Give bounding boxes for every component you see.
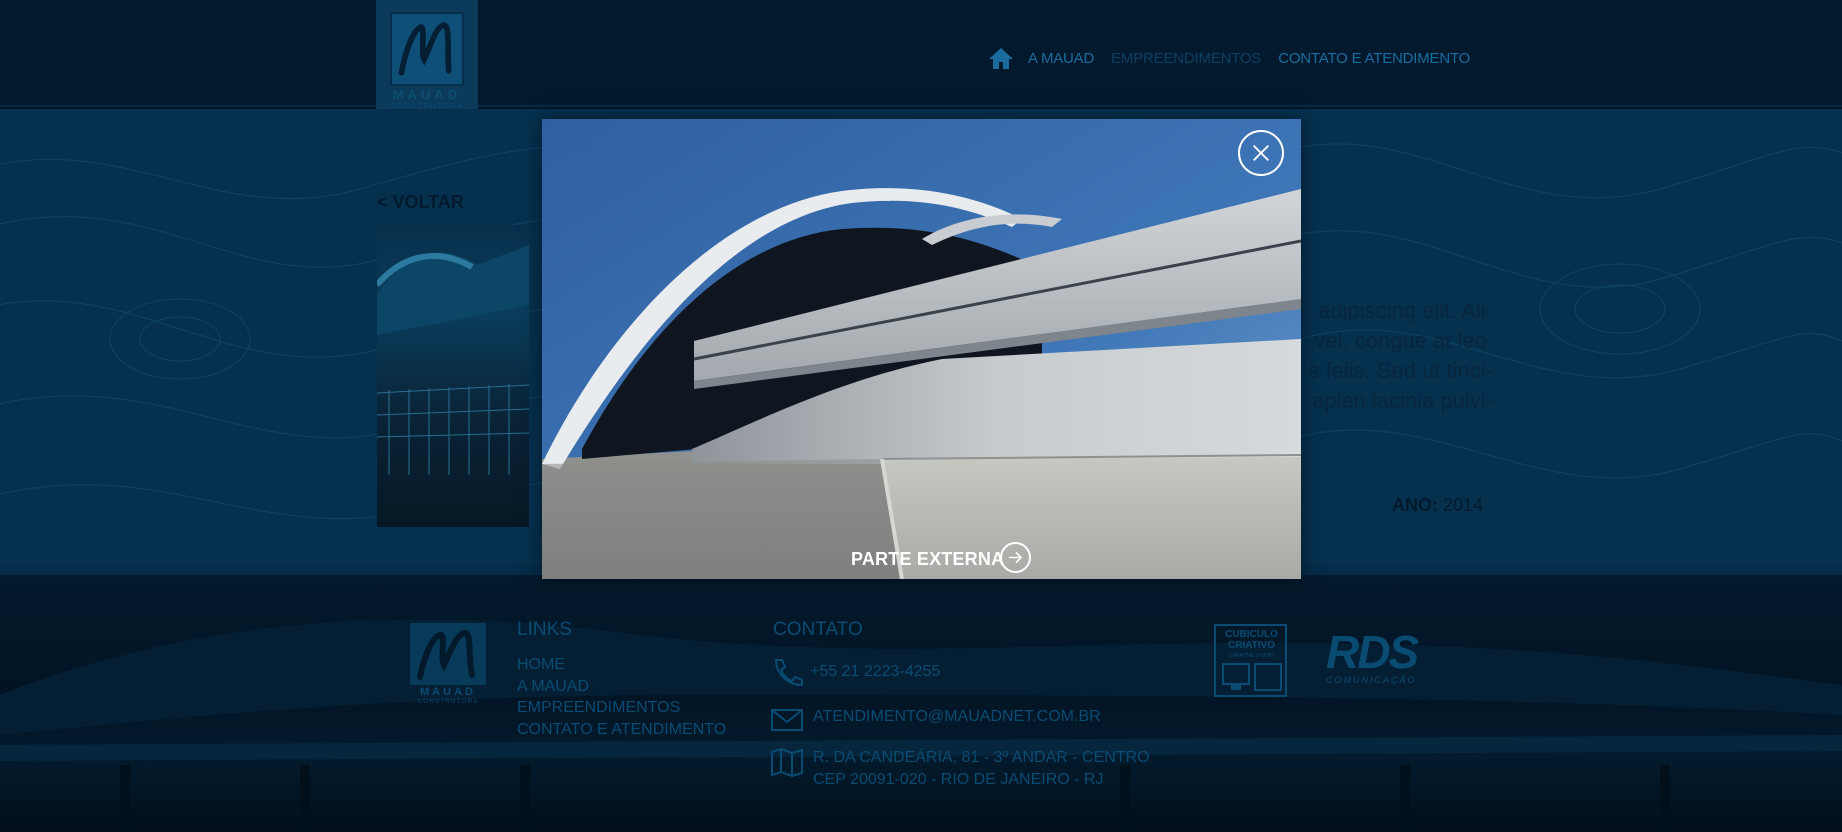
project-year: ANO: 2014 [1392, 495, 1483, 516]
site-footer: MAUAD CONSTRUTORA LINKS HOME A MAUAD EMP… [0, 575, 1842, 832]
close-button[interactable] [1238, 130, 1284, 176]
monitors-icon [1222, 663, 1282, 691]
footer-address-line-1: R. DA CANDEÁRIA, 81 - 3º ANDAR - CENTRO [813, 749, 1150, 766]
logo-m-icon [390, 12, 464, 86]
footer-link-home[interactable]: HOME [517, 656, 565, 674]
home-icon[interactable] [988, 46, 1014, 70]
lightbox-photo [542, 119, 1301, 579]
partner-logo-rds[interactable]: RDS COMUNICAÇÃO [1326, 629, 1434, 689]
partner1-tag: CREATIVE STUDIO [1229, 653, 1274, 659]
footer-link-a-mauad[interactable]: A MAUAD [517, 678, 589, 696]
description-line: vel, congue at leo. [1314, 328, 1493, 353]
back-link[interactable]: < VOLTAR [377, 192, 464, 213]
mail-icon [770, 705, 804, 735]
partner1-line1: CUBICULO [1225, 629, 1278, 640]
map-icon [770, 747, 804, 778]
project-description: adipiscing elit. Ali- vel, congue at leo… [1290, 296, 1493, 416]
footer-logo[interactable]: MAUAD CONSTRUTORA [410, 623, 486, 705]
partner1-line2: CRIATIVO [1227, 640, 1276, 651]
image-lightbox: PARTE EXTERNA [542, 119, 1301, 579]
footer-logo-m-icon [410, 623, 486, 685]
footer-phone[interactable]: +55 21 2223-4255 [810, 663, 940, 681]
footer-logo-subtitle: CONSTRUTORA [417, 698, 479, 705]
footer-links-title: LINKS [517, 619, 572, 640]
phone-icon [770, 657, 804, 687]
footer-contact-title: CONTATO [773, 619, 863, 640]
project-thumbnail[interactable] [377, 225, 529, 527]
close-icon [1253, 145, 1269, 161]
arrow-right-icon [1008, 551, 1023, 564]
nav-item-empreendimentos[interactable]: EMPREENDIMENTOS [1111, 50, 1261, 67]
year-value: 2014 [1443, 495, 1484, 515]
nav-item-a-mauad[interactable]: A MAUAD [1028, 50, 1094, 67]
partner1-name: CUBICULO CRIATIVO [1219, 629, 1284, 651]
footer-building-silhouette [0, 619, 1842, 832]
next-image-button[interactable] [1000, 542, 1031, 573]
footer-email[interactable]: ATENDIMENTO@MAUADNET.COM.BR [813, 708, 1101, 726]
footer-link-contato[interactable]: CONTATO E ATENDIMENTO [517, 721, 726, 739]
partner-badge-cubiculo-criativo[interactable]: CUBICULO CRIATIVO CREATIVE STUDIO [1214, 624, 1287, 697]
year-label: ANO: [1392, 495, 1438, 515]
partner2-name: RDS [1326, 626, 1419, 678]
partner2-subtitle: COMUNICAÇÃO [1326, 675, 1417, 685]
description-line: apien lacinia pulvi- [1312, 388, 1493, 413]
footer-link-empreendimentos[interactable]: EMPREENDIMENTOS [517, 699, 680, 717]
site-header: MAUAD CONSTRUTORA A MAUAD EMPREENDIMENTO… [0, 0, 1842, 125]
logo-name: MAUAD [392, 87, 462, 102]
footer-address-line-2: CEP 20091-020 - RIO DE JANEIRO - RJ [813, 771, 1104, 788]
main-nav: A MAUAD EMPREENDIMENTOS CONTATO E ATENDI… [988, 44, 1487, 72]
nav-item-contato[interactable]: CONTATO E ATENDIMENTO [1278, 50, 1470, 67]
description-line: adipiscing elit. Ali- [1318, 298, 1493, 323]
footer-logo-name: MAUAD [420, 686, 476, 698]
lightbox-caption: PARTE EXTERNA [851, 549, 1005, 569]
description-line: s felis. Sed ut tinci- [1308, 358, 1493, 383]
